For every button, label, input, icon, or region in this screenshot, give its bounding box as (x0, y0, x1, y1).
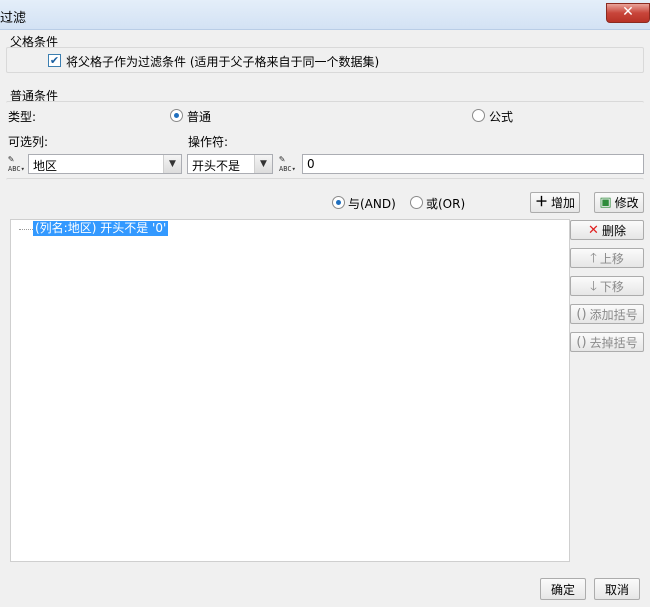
add-bracket-button[interactable]: () 添加括号 (570, 304, 644, 324)
value-type-icon[interactable]: ✎ ABC▾ (279, 155, 299, 174)
column-label: 可选列: (8, 135, 49, 149)
type-label: 类型: (8, 110, 37, 124)
operator-label: 操作符: (188, 135, 229, 149)
operator-select[interactable]: 开头不是 ▼ (187, 154, 273, 174)
parent-condition-checkbox-label: 将父格子作为过滤条件 (适用于父子格来自于同一个数据集) (66, 55, 380, 69)
close-button[interactable]: ✕ (606, 3, 650, 23)
chevron-down-icon[interactable]: ▼ (163, 155, 181, 173)
move-up-button-label: 上移 (599, 251, 624, 266)
delete-button[interactable]: ✕ 删除 (570, 220, 644, 240)
red-x-icon: ✕ (588, 222, 599, 238)
add-bracket-icon: () (576, 306, 587, 322)
close-icon: ✕ (622, 4, 634, 20)
ok-button[interactable]: 确定 (540, 578, 586, 600)
plus-icon: ＋ (534, 195, 548, 210)
edit-icon: ▣ (599, 195, 612, 210)
type-formula-radio[interactable] (472, 109, 485, 122)
move-down-button[interactable]: 🡓 下移 (570, 276, 644, 296)
normal-condition-group (6, 101, 644, 125)
abc-type-icon[interactable]: ✎ ABC▾ (8, 155, 28, 174)
add-button-label: 增加 (551, 196, 576, 210)
type-normal-label: 普通 (187, 110, 212, 124)
window-title: 过滤 (0, 11, 27, 26)
ok-button-label: 确定 (550, 582, 575, 597)
remove-bracket-icon: () (576, 334, 587, 350)
move-up-button[interactable]: 🡑 上移 (570, 248, 644, 268)
column-select[interactable]: 地区 ▼ (28, 154, 182, 174)
checkmark-icon: ✔ (49, 54, 60, 67)
arrow-down-icon: 🡓 (590, 278, 597, 294)
column-select-value: 地区 (33, 159, 58, 173)
logic-or-label: 或(OR) (426, 197, 466, 211)
tree-connector (19, 229, 33, 230)
type-normal-radio[interactable] (170, 109, 183, 122)
parent-condition-checkbox[interactable]: ✔ (48, 54, 61, 67)
delete-button-label: 删除 (601, 223, 626, 238)
title-bar: 过滤 ✕ (0, 0, 650, 30)
condition-list[interactable]: (列名:地区) 开头不是 '0' (10, 219, 570, 562)
operator-select-value: 开头不是 (192, 159, 241, 173)
remove-bracket-button[interactable]: () 去掉括号 (570, 332, 644, 352)
logic-and-radio[interactable] (332, 196, 345, 209)
move-down-button-label: 下移 (599, 279, 624, 294)
modify-button[interactable]: ▣ 修改 (594, 192, 644, 213)
add-button[interactable]: ＋ 增加 (530, 192, 580, 213)
logic-and-label: 与(AND) (348, 197, 396, 211)
modify-button-label: 修改 (614, 196, 639, 210)
arrow-up-icon: 🡑 (590, 250, 597, 266)
value-input[interactable]: 0 (302, 154, 644, 174)
cancel-button[interactable]: 取消 (594, 578, 640, 600)
chevron-down-icon[interactable]: ▼ (254, 155, 272, 173)
condition-item[interactable]: (列名:地区) 开头不是 '0' (33, 221, 169, 236)
cancel-button-label: 取消 (604, 582, 629, 597)
remove-bracket-button-label: 去掉括号 (589, 335, 638, 350)
logic-or-radio[interactable] (410, 196, 423, 209)
type-formula-label: 公式 (489, 110, 514, 124)
add-bracket-button-label: 添加括号 (589, 307, 638, 322)
